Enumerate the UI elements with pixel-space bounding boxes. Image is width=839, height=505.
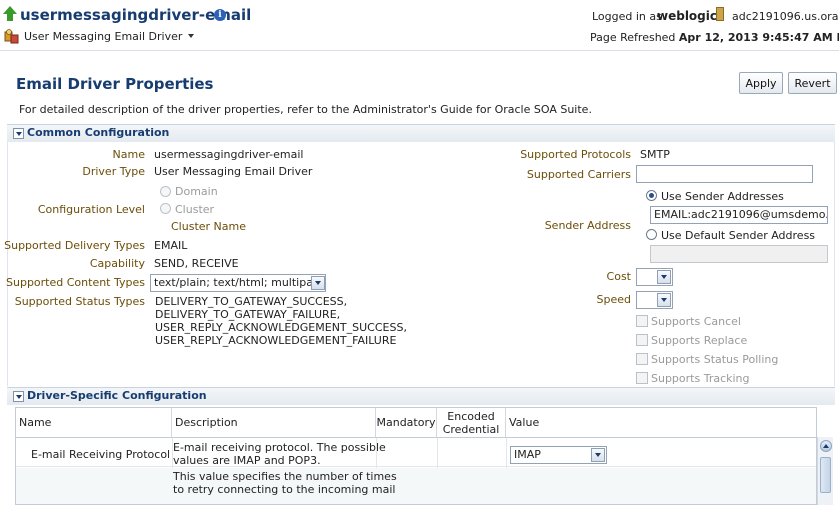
use-sender-radio[interactable] <box>646 190 657 201</box>
column-value-label: Value <box>509 416 540 429</box>
collapse-toggle-icon[interactable] <box>13 391 24 402</box>
delivery-types-label: Supported Delivery Types <box>4 239 145 252</box>
collapse-toggle-icon[interactable] <box>13 128 24 139</box>
table-row[interactable]: E-mail Receiving Protocol E-mail receivi… <box>16 439 816 467</box>
scroll-up-icon[interactable] <box>820 440 832 452</box>
page-title: Email Driver Properties <box>16 75 214 93</box>
page-refreshed: Page Refreshed Apr 12, 2013 9:45:47 AM P… <box>590 31 839 44</box>
supports-cancel-label: Supports Cancel <box>651 315 741 328</box>
domain-radio-label: Domain <box>175 185 218 198</box>
driver-specific-title: Driver-Specific Configuration <box>27 389 207 402</box>
column-header-description[interactable]: Description <box>172 408 376 438</box>
apply-button[interactable]: Apply <box>739 72 783 94</box>
chevron-down-icon <box>188 34 195 38</box>
info-icon[interactable]: i <box>214 9 226 21</box>
supports-status-polling-checkbox[interactable] <box>636 353 648 365</box>
cost-dropdown-icon[interactable] <box>657 270 671 284</box>
driver-properties-table: Name Description Mandatory Encoded Crede… <box>15 407 817 505</box>
page-refreshed-label: Page Refreshed <box>590 31 676 44</box>
header-divider <box>0 50 839 51</box>
column-header-encoded[interactable]: Encoded Credential <box>437 408 506 438</box>
use-default-label: Use Default Sender Address <box>661 229 816 242</box>
column-header-value[interactable]: Value <box>506 408 816 438</box>
server-icon <box>716 7 724 21</box>
supports-status-polling-label: Supports Status Polling <box>651 353 779 366</box>
column-encoded-label-1: Encoded <box>447 409 495 423</box>
column-description-label: Description <box>175 416 238 429</box>
target-menu-label: User Messaging Email Driver <box>24 29 183 43</box>
domain-radio[interactable] <box>160 186 171 197</box>
protocols-value: SMTP <box>640 148 670 161</box>
username: weblogic <box>657 9 717 23</box>
target-up-icon <box>3 6 17 21</box>
logged-in-label: Logged in as <box>592 10 662 23</box>
cost-label: Cost <box>606 270 631 283</box>
target-menu[interactable]: User Messaging Email Driver <box>4 28 195 44</box>
status-type-2: DELIVERY_TO_GATEWAY_FAILURE, <box>155 308 341 321</box>
content-types-label: Supported Content Types <box>6 276 145 289</box>
supports-replace-label: Supports Replace <box>651 334 748 347</box>
scroll-thumb[interactable] <box>820 457 831 493</box>
sender-address-input[interactable]: EMAIL:adc2191096@umsdemo.us.o <box>650 206 828 224</box>
protocols-label: Supported Protocols <box>520 148 631 161</box>
supports-cancel-checkbox[interactable] <box>636 315 648 327</box>
name-value: usermessagingdriver-email <box>154 148 304 161</box>
use-sender-label: Use Sender Addresses <box>661 190 784 203</box>
carriers-label: Supported Carriers <box>526 168 631 181</box>
cluster-radio[interactable] <box>160 203 171 214</box>
content-types-dropdown-icon[interactable] <box>311 276 325 290</box>
row-description-line2: values are IMAP and POP3. <box>173 454 321 467</box>
name-label: Name <box>112 148 145 161</box>
speed-label: Speed <box>596 293 631 306</box>
global-header: usermessagingdriver-email i Logged in as… <box>0 0 839 50</box>
driver-specific-header[interactable]: Driver-Specific Configuration <box>7 387 835 405</box>
content-types-select[interactable]: text/plain; text/html; multipart/n <box>150 274 326 292</box>
common-config-title: Common Configuration <box>27 126 170 139</box>
status-types-label: Supported Status Types <box>14 295 145 308</box>
driver-type-label: Driver Type <box>82 165 145 178</box>
supports-replace-checkbox[interactable] <box>636 334 648 346</box>
column-name-label: Name <box>19 416 52 429</box>
supports-tracking-checkbox[interactable] <box>636 372 648 384</box>
config-level-label: Configuration Level <box>37 203 145 216</box>
row-description-line1: E-mail receiving protocol. The possible <box>173 441 386 454</box>
page-refreshed-value: Apr 12, 2013 9:45:47 AM PDT <box>678 31 839 44</box>
cluster-radio-label: Cluster <box>175 203 215 216</box>
supports-tracking-label: Supports Tracking <box>651 372 750 385</box>
common-config-header[interactable]: Common Configuration <box>7 124 835 142</box>
table-scrollbar[interactable] <box>817 437 833 505</box>
carriers-input[interactable] <box>636 165 813 183</box>
use-default-radio[interactable] <box>646 229 657 240</box>
status-type-1: DELIVERY_TO_GATEWAY_SUCCESS, <box>155 295 348 308</box>
table-row[interactable]: This value specifies the number of times… <box>16 468 816 504</box>
page-description: For detailed description of the driver p… <box>19 103 592 116</box>
column-header-name[interactable]: Name <box>16 408 172 438</box>
row-name: E-mail Receiving Protocol <box>31 448 171 461</box>
column-encoded-label-2: Credential <box>442 422 500 436</box>
cluster-name-label: Cluster Name <box>171 220 246 233</box>
capability-label: Capability <box>89 257 145 270</box>
sender-address-label: Sender Address <box>544 219 631 232</box>
speed-dropdown-icon[interactable] <box>657 293 671 307</box>
row-description-line2: to retry connecting to the incoming mail <box>173 483 396 496</box>
delivery-types-value: EMAIL <box>154 239 188 252</box>
driver-menu-icon <box>4 28 19 43</box>
driver-type-value: User Messaging Email Driver <box>154 165 313 178</box>
column-mandatory-label: Mandatory <box>376 416 436 429</box>
protocol-dropdown-icon[interactable] <box>591 448 605 462</box>
column-header-mandatory[interactable]: Mandatory <box>376 408 437 438</box>
row-description-line1: This value specifies the number of times <box>173 470 397 483</box>
default-sender-input <box>650 245 828 263</box>
capability-value: SEND, RECEIVE <box>154 257 239 270</box>
host-name: adc2191096.us.oracle <box>732 10 839 23</box>
status-type-4: USER_REPLY_ACKNOWLEDGEMENT_FAILURE <box>155 334 397 347</box>
status-type-3: USER_REPLY_ACKNOWLEDGEMENT_SUCCESS, <box>155 321 407 334</box>
revert-button[interactable]: Revert <box>788 72 837 94</box>
